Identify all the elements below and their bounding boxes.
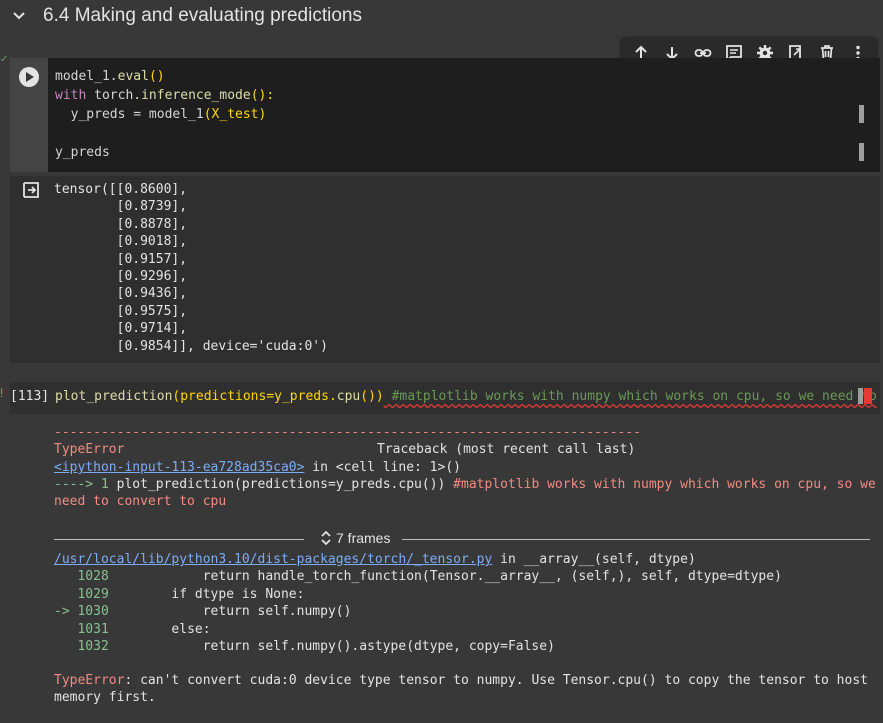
traceback-header: TypeError Traceback (most recent call las… — [54, 442, 636, 457]
source-line: 1031 else: — [54, 621, 211, 637]
show-frames-button[interactable]: 7 frames — [320, 530, 390, 546]
scroll-marker — [859, 143, 864, 161]
final-error-cont: memory first. — [54, 690, 156, 705]
execution-status-icon: ✓ — [0, 54, 9, 65]
section-title: 6.4 Making and evaluating predictions — [43, 5, 362, 26]
error-status-icon: ! — [0, 386, 4, 400]
traceback-line-cont: need to convert to cpu — [54, 494, 227, 509]
chevron-down-icon[interactable] — [12, 9, 26, 23]
section-header: 6.4 Making and evaluating predictions — [0, 0, 883, 34]
code-editor-2[interactable]: [113] plot_prediction(predictions=y_pred… — [10, 382, 880, 414]
source-line: 1029 if dtype is None: — [54, 586, 305, 602]
code-editor[interactable]: model_1.eval() with torch.inference_mode… — [48, 58, 880, 172]
source-line: 1032 return self.numpy().astype(dtype, c… — [54, 639, 555, 654]
output-line: [0.9296], — [54, 269, 188, 284]
output-line: [0.9436], — [54, 286, 188, 302]
unfold-icon — [321, 530, 331, 546]
traceback-line: ----> 1 plot_prediction(predictions=y_pr… — [54, 477, 876, 492]
frame-location: /usr/local/lib/python3.10/dist-packages/… — [54, 552, 696, 567]
scroll-marker — [859, 105, 864, 123]
error-marker — [864, 388, 872, 404]
output-line: [0.8739], — [54, 199, 188, 215]
traceback-location: <ipython-input-113-ea728ad35ca0> in <cel… — [54, 460, 461, 475]
frames-toggle-row: 7 frames — [54, 530, 874, 548]
source-line: 1028 return handle_torch_function(Tensor… — [54, 569, 782, 584]
output-line: tensor([[0.8600], — [54, 182, 188, 197]
divider — [402, 539, 870, 540]
code-line: plot_prediction(predictions=y_preds.cpu(… — [55, 389, 877, 404]
output-line: [0.9575], — [54, 303, 188, 319]
code-line: with torch.inference_mode(): — [55, 88, 275, 103]
output-line: [0.9854]], device='cuda:0') — [54, 338, 328, 354]
code-line: y_preds = model_1(X_test) — [55, 107, 267, 122]
code-line: model_1.eval() — [55, 69, 165, 84]
code-line: y_preds — [55, 145, 110, 160]
output-line: [0.8878], — [54, 216, 188, 232]
ipython-input-link[interactable]: <ipython-input-113-ea728ad35ca0> — [54, 460, 304, 475]
cell-output: tensor([[0.8600], [0.8739], [0.8878], [0… — [10, 176, 880, 363]
tensor-file-link[interactable]: /usr/local/lib/python3.10/dist-packages/… — [54, 552, 492, 567]
divider — [54, 539, 304, 540]
output-menu-icon[interactable] — [21, 181, 41, 199]
output-line: [0.9018], — [54, 234, 188, 250]
scroll-marker — [858, 388, 863, 404]
output-line: [0.9157], — [54, 251, 188, 267]
traceback-divider: ----------------------------------------… — [54, 425, 641, 440]
execution-count: [113] — [10, 389, 50, 404]
run-cell-button[interactable] — [19, 67, 39, 87]
source-line: -> 1030 return self.numpy() — [54, 604, 352, 619]
final-error: TypeError: can't convert cuda:0 device t… — [54, 673, 868, 688]
output-line: [0.9714], — [54, 321, 188, 337]
